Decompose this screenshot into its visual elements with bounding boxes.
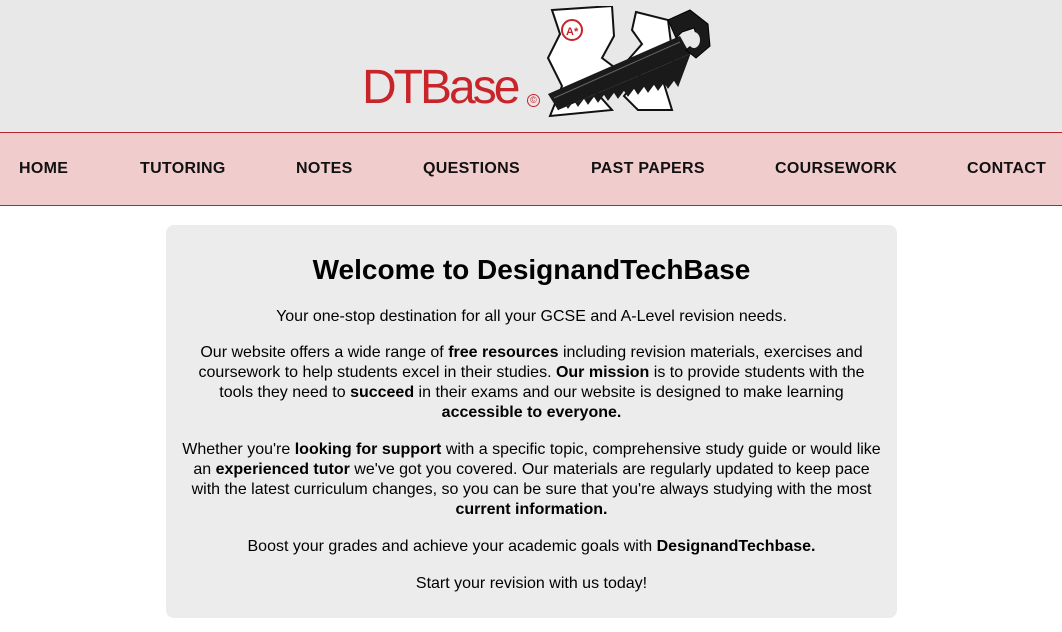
site-logo[interactable]: DTBase © A* (360, 6, 720, 122)
about-paragraph: Our website offers a wide range of free … (198, 344, 865, 421)
closing-text: Start your revision with us today! (415, 575, 648, 592)
welcome-card: Welcome to DesignandTechBase Your one-st… (166, 225, 897, 618)
nav-questions[interactable]: QUESTIONS (423, 133, 520, 205)
nav-notes[interactable]: NOTES (296, 133, 353, 205)
site-header: DTBase © A* (0, 0, 1062, 132)
logo-wordmark: DTBase (362, 61, 520, 114)
intro-text: Your one-stop destination for all your G… (276, 308, 787, 325)
page-title: Welcome to DesignandTechBase (312, 254, 751, 285)
support-paragraph: Whether you're looking for support with … (182, 441, 881, 518)
svg-text:A*: A* (566, 26, 579, 38)
nav-home[interactable]: HOME (19, 133, 68, 205)
nav-past-papers[interactable]: PAST PAPERS (591, 133, 705, 205)
nav-contact[interactable]: CONTACT (967, 133, 1046, 205)
main-navigation: HOME TUTORING NOTES QUESTIONS PAST PAPER… (0, 132, 1062, 206)
torn-paper-saw-icon: A* (546, 6, 711, 118)
nav-coursework[interactable]: COURSEWORK (775, 133, 897, 205)
nav-tutoring[interactable]: TUTORING (140, 133, 226, 205)
copyright-icon: © (527, 94, 540, 107)
boost-paragraph: Boost your grades and achieve your acade… (247, 538, 816, 555)
